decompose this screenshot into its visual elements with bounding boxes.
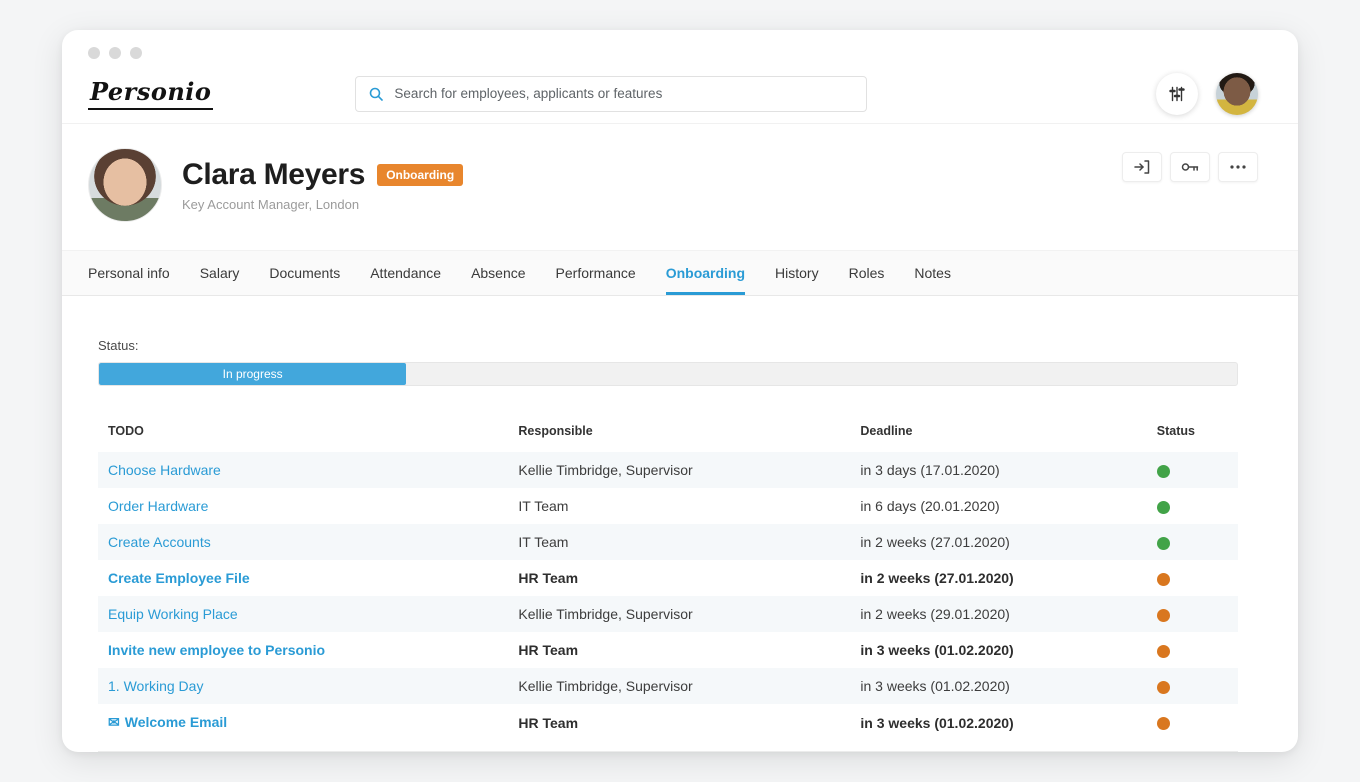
status-dot: [1157, 465, 1170, 478]
table-row: Order Hardware IT Team in 6 days (20.01.…: [98, 488, 1238, 524]
todo-link[interactable]: Order Hardware: [108, 498, 208, 514]
global-search[interactable]: [355, 76, 867, 112]
topbar-actions: [1156, 73, 1258, 115]
tab-attendance[interactable]: Attendance: [370, 251, 441, 295]
filter-settings-button[interactable]: [1156, 73, 1198, 115]
next-row-edge: [98, 751, 1238, 752]
mail-icon: ✉: [108, 714, 120, 730]
employee-role: Key Account Manager, London: [182, 197, 463, 212]
status-dot: [1157, 573, 1170, 586]
table-row: Create Accounts IT Team in 2 weeks (27.0…: [98, 524, 1238, 560]
table-row: Create Employee File HR Team in 2 weeks …: [98, 560, 1238, 596]
table-row: 1. Working Day Kellie Timbridge, Supervi…: [98, 668, 1238, 704]
status-dot: [1157, 717, 1170, 730]
status-badge: Onboarding: [377, 164, 463, 186]
todo-link[interactable]: Create Accounts: [108, 534, 211, 550]
password-key-button[interactable]: [1170, 152, 1210, 182]
responsible-cell: Kellie Timbridge, Supervisor: [508, 596, 850, 632]
search-input[interactable]: [394, 86, 854, 101]
onboarding-panel: Status: In progress TODO Responsible Dea…: [62, 296, 1298, 752]
progress-fill: In progress: [99, 363, 406, 385]
todo-link[interactable]: Equip Working Place: [108, 606, 238, 622]
user-avatar[interactable]: [1216, 73, 1258, 115]
tab-history[interactable]: History: [775, 251, 819, 295]
table-row: Equip Working Place Kellie Timbridge, Su…: [98, 596, 1238, 632]
deadline-cell: in 6 days (20.01.2020): [850, 488, 1146, 524]
employee-actions: [1122, 152, 1258, 182]
impersonate-login-button[interactable]: [1122, 152, 1162, 182]
responsible-cell: IT Team: [508, 488, 850, 524]
onboarding-progress-bar: In progress: [98, 362, 1238, 386]
sign-in-arrow-icon: [1134, 160, 1150, 174]
tune-icon: [1168, 85, 1186, 103]
progress-label: In progress: [223, 367, 283, 381]
personio-logo[interactable]: Personio: [88, 77, 213, 110]
todo-link[interactable]: Welcome Email: [125, 714, 227, 730]
employee-info: Clara Meyers Onboarding Key Account Mana…: [182, 158, 463, 212]
responsible-cell: Kellie Timbridge, Supervisor: [508, 668, 850, 704]
status-dot: [1157, 609, 1170, 622]
tab-roles[interactable]: Roles: [849, 251, 885, 295]
onboarding-todo-table: TODO Responsible Deadline Status Choose …: [98, 410, 1238, 741]
window-dot: [130, 47, 142, 59]
window-dot: [109, 47, 121, 59]
status-dot: [1157, 501, 1170, 514]
table-header-row: TODO Responsible Deadline Status: [98, 410, 1238, 452]
todo-link[interactable]: Create Employee File: [108, 570, 250, 586]
status-dot: [1157, 537, 1170, 550]
todo-link[interactable]: Choose Hardware: [108, 462, 221, 478]
key-icon: [1181, 161, 1199, 173]
table-row: ✉ Welcome Email HR Team in 3 weeks (01.02…: [98, 704, 1238, 741]
tab-onboarding[interactable]: Onboarding: [666, 251, 745, 295]
todo-link[interactable]: 1. Working Day: [108, 678, 203, 694]
responsible-cell: HR Team: [508, 704, 850, 741]
status-dot: [1157, 681, 1170, 694]
column-header-todo: TODO: [98, 410, 508, 452]
column-header-status: Status: [1147, 410, 1238, 452]
deadline-cell: in 3 days (17.01.2020): [850, 452, 1146, 488]
employee-name: Clara Meyers: [182, 158, 365, 192]
app-window: Personio: [62, 30, 1298, 752]
deadline-cell: in 3 weeks (01.02.2020): [850, 668, 1146, 704]
top-navbar: Personio: [62, 64, 1298, 124]
tab-documents[interactable]: Documents: [269, 251, 340, 295]
search-icon: [368, 86, 384, 102]
employee-photo: [88, 148, 162, 222]
employee-header: Clara Meyers Onboarding Key Account Mana…: [62, 124, 1298, 250]
responsible-cell: IT Team: [508, 524, 850, 560]
tab-personal-info[interactable]: Personal info: [88, 251, 170, 295]
status-dot: [1157, 645, 1170, 658]
responsible-cell: HR Team: [508, 560, 850, 596]
table-row: Choose Hardware Kellie Timbridge, Superv…: [98, 452, 1238, 488]
deadline-cell: in 3 weeks (01.02.2020): [850, 632, 1146, 668]
column-header-deadline: Deadline: [850, 410, 1146, 452]
ellipsis-icon: [1230, 165, 1246, 169]
more-options-button[interactable]: [1218, 152, 1258, 182]
tab-performance[interactable]: Performance: [556, 251, 636, 295]
deadline-cell: in 2 weeks (27.01.2020): [850, 560, 1146, 596]
table-row: Invite new employee to Personio HR Team …: [98, 632, 1238, 668]
deadline-cell: in 3 weeks (01.02.2020): [850, 704, 1146, 741]
tab-salary[interactable]: Salary: [200, 251, 240, 295]
status-label: Status:: [98, 338, 1238, 353]
responsible-cell: Kellie Timbridge, Supervisor: [508, 452, 850, 488]
responsible-cell: HR Team: [508, 632, 850, 668]
deadline-cell: in 2 weeks (27.01.2020): [850, 524, 1146, 560]
tab-notes[interactable]: Notes: [914, 251, 951, 295]
deadline-cell: in 2 weeks (29.01.2020): [850, 596, 1146, 632]
column-header-responsible: Responsible: [508, 410, 850, 452]
window-controls: [62, 30, 1298, 64]
tab-absence[interactable]: Absence: [471, 251, 525, 295]
window-dot: [88, 47, 100, 59]
todo-link[interactable]: Invite new employee to Personio: [108, 642, 325, 658]
profile-tabs: Personal info Salary Documents Attendanc…: [62, 250, 1298, 296]
